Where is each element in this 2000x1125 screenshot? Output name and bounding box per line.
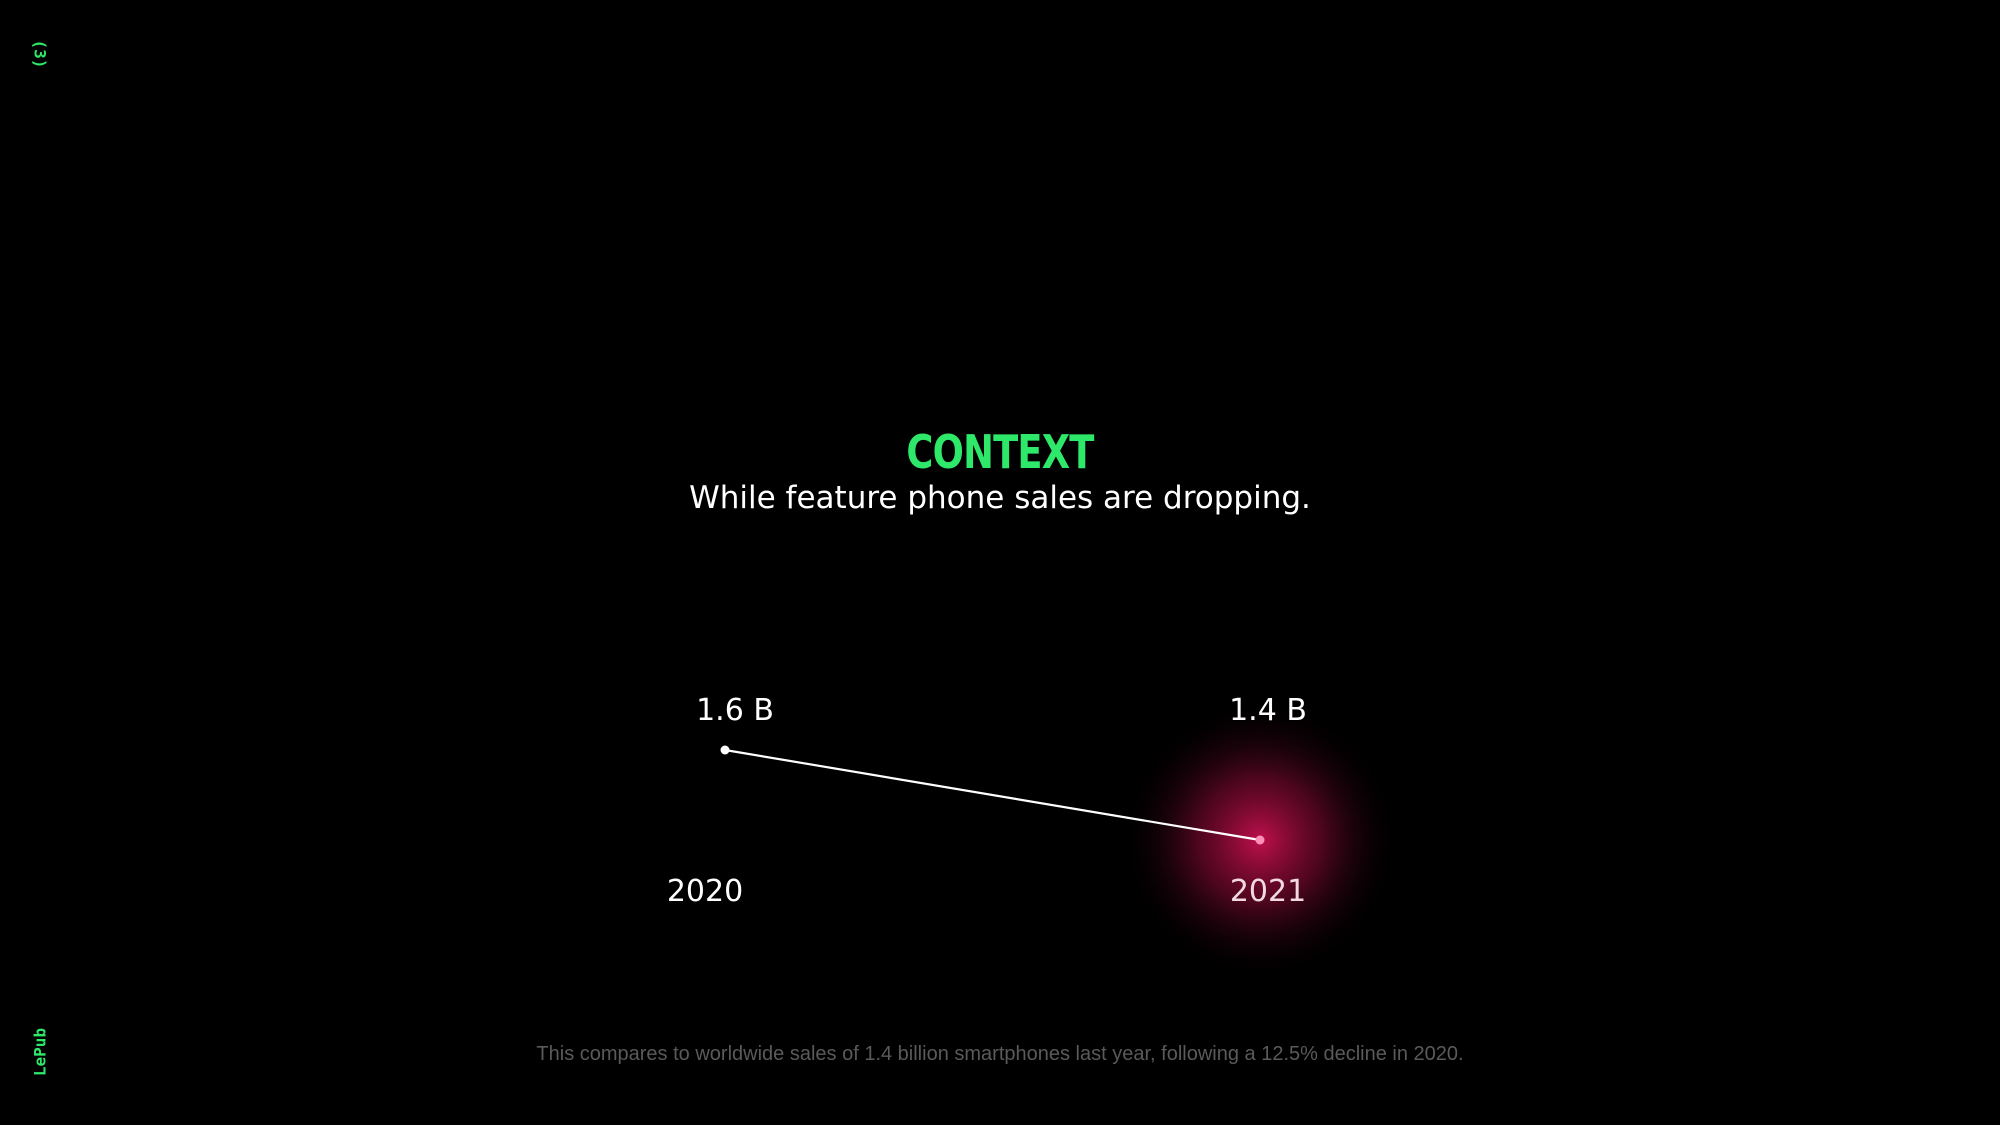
data-point-2021 <box>1255 835 1265 845</box>
line-chart: 1.6 B 2020 1.4 B 2021 <box>667 693 1400 980</box>
data-label-2021: 1.4 B <box>1229 693 1307 728</box>
data-label-2020: 1.6 B <box>696 693 774 728</box>
footnote-text: This compares to worldwide sales of 1.4 … <box>536 1043 1464 1065</box>
category-label-2021: 2021 <box>1230 874 1306 909</box>
category-label-2020: 2020 <box>667 874 743 909</box>
data-point-2020 <box>720 745 730 755</box>
